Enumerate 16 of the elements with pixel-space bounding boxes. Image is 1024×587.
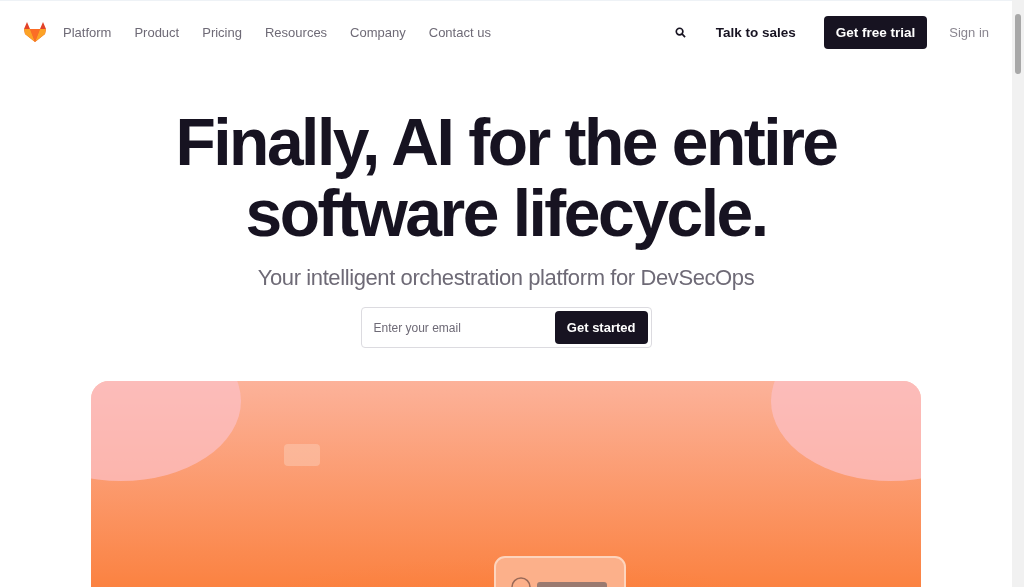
nav-link[interactable]: Platform	[63, 24, 112, 40]
nav-link[interactable]: Product	[134, 24, 180, 40]
hero-title: Finally, AI for the entire software lifecycle.	[175, 107, 837, 249]
nav-link[interactable]: Resources	[264, 24, 328, 40]
nav-link[interactable]: Company	[350, 24, 406, 40]
fox-logo-icon[interactable]	[23, 21, 47, 43]
talk-to-sales-link[interactable]: Talk to sales	[715, 24, 796, 40]
email-input[interactable]: Enter your email	[364, 320, 555, 335]
search-icon[interactable]	[674, 26, 686, 38]
nav-link[interactable]: Pricing	[202, 24, 242, 40]
hero-subtitle: Your intelligent orchestration platform for DevSecOps	[257, 265, 755, 291]
free-trial-button[interactable]: Get free trial	[823, 15, 928, 49]
get-started-button[interactable]: Get started	[554, 311, 648, 344]
sign-in-link[interactable]: Sign in	[949, 24, 989, 40]
scrollbar[interactable]	[1012, 0, 1024, 587]
nav-link[interactable]: Contact us	[428, 24, 491, 40]
